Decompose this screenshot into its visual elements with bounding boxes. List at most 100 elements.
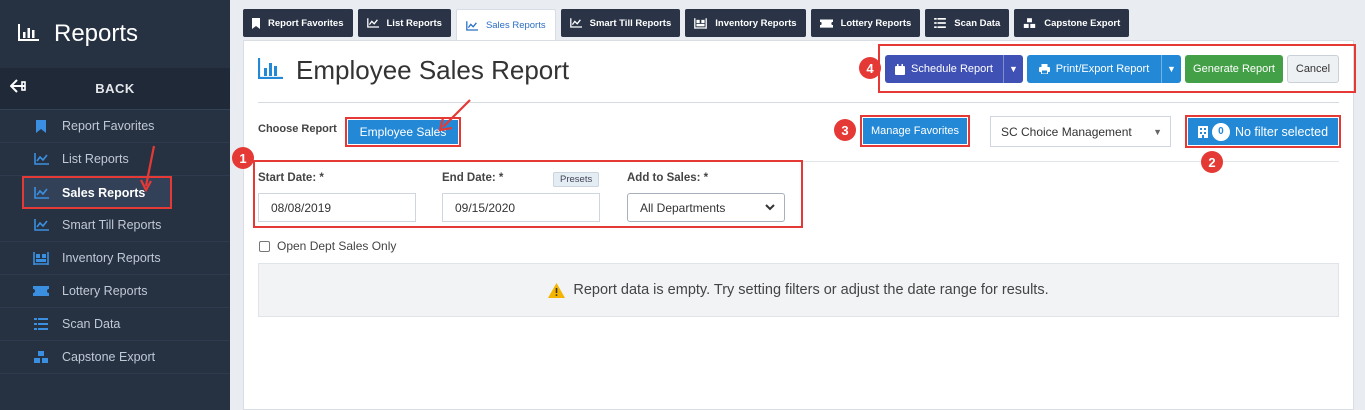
bookmark-icon <box>252 17 260 29</box>
open-dept-sales-checkbox[interactable] <box>259 240 270 252</box>
start-date-label: Start Date: * <box>258 172 324 184</box>
schedule-report-button[interactable]: Schedule Report ▼ <box>885 55 1023 83</box>
sidebar-item-label: List Reports <box>62 152 129 166</box>
chevron-down-icon[interactable]: ▼ <box>1003 55 1023 83</box>
generate-report-button[interactable]: Generate Report <box>1185 55 1283 83</box>
start-date-value: 08/08/2019 <box>271 200 332 215</box>
sidebar-item-report-favorites[interactable]: Report Favorites <box>0 110 230 143</box>
sidebar: Reports BACK Report Favorites List Repor… <box>0 0 230 410</box>
sidebar-item-label: Report Favorites <box>62 119 155 133</box>
building-icon <box>1197 125 1208 138</box>
sidebar-item-scan-data[interactable]: Scan Data <box>0 308 230 341</box>
store-select[interactable]: SC Choice Management ▼ <box>990 116 1171 147</box>
tab-label: Scan Data <box>954 17 1001 29</box>
add-to-sales-label: Add to Sales: * <box>627 172 709 184</box>
filter-count-badge: 0 <box>1211 122 1230 141</box>
tab-scan-data[interactable]: Scan Data <box>925 9 1010 37</box>
line-chart-icon <box>32 186 50 200</box>
chevron-down-icon[interactable]: ▼ <box>1161 55 1181 83</box>
page-title: Employee Sales Report <box>257 55 570 86</box>
cubes-icon <box>32 350 50 364</box>
printer-icon <box>1038 64 1050 74</box>
title-divider <box>258 102 1339 103</box>
tab-inventory-reports[interactable]: Inventory Reports <box>685 9 806 37</box>
filter-button-inner: 0 No filter selected <box>1188 118 1338 145</box>
bar-chart-icon <box>18 23 40 46</box>
open-dept-sales-option[interactable]: Open Dept Sales Only <box>259 239 396 253</box>
tab-list-reports[interactable]: List Reports <box>357 9 451 37</box>
sidebar-item-label: Capstone Export <box>62 350 156 364</box>
end-date-label: End Date: * <box>442 172 504 184</box>
choose-report-label: Choose Report <box>258 123 337 135</box>
bar-chart-icon <box>257 57 284 84</box>
print-export-label: Print/Export Report <box>1055 63 1150 75</box>
schedule-report-label: Schedule Report <box>911 63 993 75</box>
sidebar-item-capstone-export[interactable]: Capstone Export <box>0 341 230 374</box>
line-chart-icon <box>32 152 50 166</box>
sidebar-item-label: Lottery Reports <box>62 284 148 298</box>
callout-badge-1: 1 <box>232 147 254 169</box>
tab-label: List Reports <box>386 17 442 29</box>
sidebar-title: Reports <box>54 20 139 47</box>
back-arrow-icon <box>9 79 26 98</box>
line-chart-icon <box>466 20 478 31</box>
sidebar-item-smart-till-reports[interactable]: Smart Till Reports <box>0 209 230 242</box>
action-buttons-group: Schedule Report ▼ Print/Export Report ▼ … <box>878 44 1356 93</box>
ticket-icon <box>819 18 833 28</box>
line-chart-icon <box>569 18 582 28</box>
back-label: BACK <box>95 81 135 96</box>
callout-badge-2: 2 <box>1201 151 1223 173</box>
add-to-sales-select[interactable]: All Departments <box>627 193 785 222</box>
tab-report-favorites[interactable]: Report Favorites <box>243 9 353 37</box>
store-select-value: SC Choice Management <box>1001 124 1132 139</box>
print-export-button[interactable]: Print/Export Report ▼ <box>1027 55 1181 83</box>
cubes-icon <box>1023 17 1036 29</box>
callout-badge-3: 3 <box>834 119 856 141</box>
inventory-icon <box>32 251 50 265</box>
tab-label: Smart Till Reports <box>589 17 672 29</box>
report-tabs: Report Favorites List Reports Sales Repo… <box>243 9 1130 41</box>
tab-capstone-export[interactable]: Capstone Export <box>1014 9 1130 37</box>
warning-icon <box>548 282 566 298</box>
tab-lottery-reports[interactable]: Lottery Reports <box>810 9 921 37</box>
sidebar-item-inventory-reports[interactable]: Inventory Reports <box>0 242 230 275</box>
manage-favorites-label: Manage Favorites <box>863 118 967 144</box>
tab-smart-till-reports[interactable]: Smart Till Reports <box>560 9 681 37</box>
sidebar-item-label: Smart Till Reports <box>62 218 162 232</box>
filter-button[interactable]: 0 No filter selected <box>1185 115 1341 148</box>
bookmark-icon <box>32 119 50 133</box>
sidebar-item-lottery-reports[interactable]: Lottery Reports <box>0 275 230 308</box>
cancel-button[interactable]: Cancel <box>1287 55 1339 83</box>
cancel-label: Cancel <box>1295 63 1331 75</box>
tab-label: Capstone Export <box>1044 17 1121 29</box>
sidebar-item-label: Sales Reports <box>62 185 146 200</box>
empty-report-message: Report data is empty. Try setting filter… <box>258 263 1339 317</box>
presets-button[interactable]: Presets <box>553 172 600 187</box>
caret-down-icon: ▼ <box>1153 127 1162 137</box>
sidebar-item-sales-reports[interactable]: Sales Reports <box>22 176 172 209</box>
back-button[interactable]: BACK <box>0 68 230 110</box>
page-title-text: Employee Sales Report <box>296 55 570 85</box>
end-date-input[interactable]: 09/15/2020 <box>442 193 600 222</box>
empty-report-text: Report data is empty. Try setting filter… <box>573 282 1049 298</box>
sidebar-item-list-reports[interactable]: List Reports <box>0 143 230 176</box>
manage-favorites-button[interactable]: Manage Favorites <box>860 115 970 147</box>
open-dept-sales-label: Open Dept Sales Only <box>277 239 397 253</box>
start-date-input[interactable]: 08/08/2019 <box>258 193 416 222</box>
add-to-sales-value: All Departments <box>640 200 726 215</box>
line-chart-icon <box>32 218 50 232</box>
ticket-icon <box>32 284 50 298</box>
list-icon <box>32 317 50 331</box>
list-icon <box>934 18 947 28</box>
sidebar-item-label: Scan Data <box>62 317 121 331</box>
tab-label: Lottery Reports <box>840 17 912 29</box>
inventory-icon <box>694 17 708 29</box>
calendar-icon <box>895 63 906 75</box>
sidebar-header: Reports <box>0 0 230 68</box>
tab-label: Sales Reports <box>485 20 546 31</box>
report-panel: Employee Sales Report Schedule Report ▼ … <box>243 40 1356 410</box>
tab-sales-reports[interactable]: Sales Reports <box>455 9 556 41</box>
choose-report-button[interactable]: Employee Sales <box>345 117 461 147</box>
sidebar-item-label: Inventory Reports <box>62 251 161 265</box>
chevron-down-icon <box>764 200 776 217</box>
